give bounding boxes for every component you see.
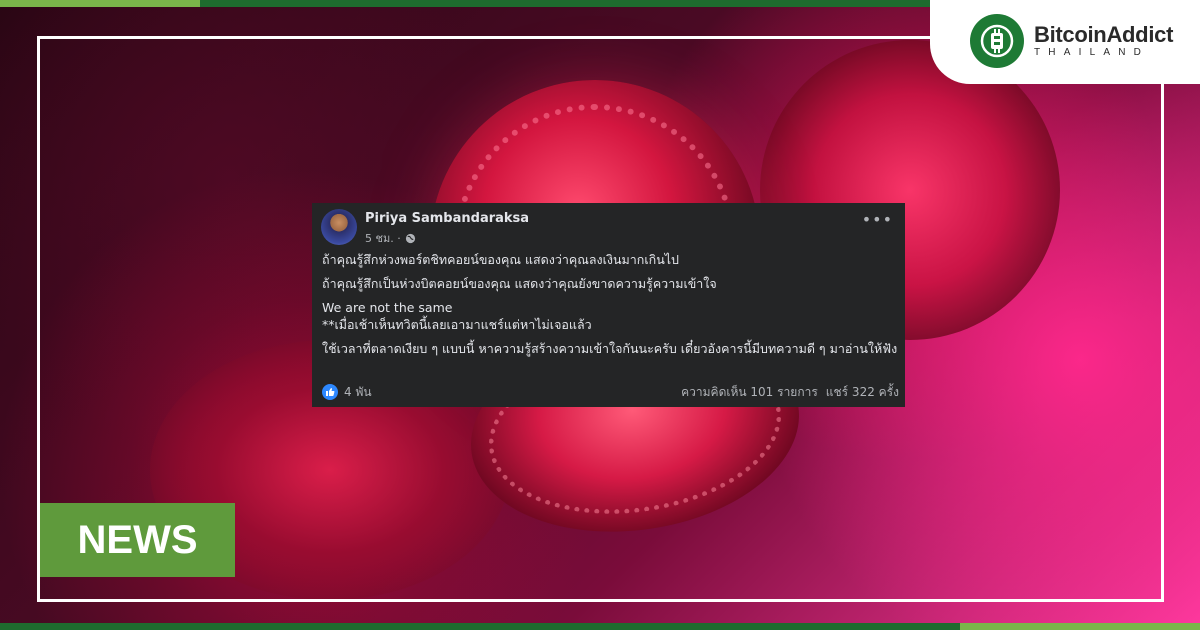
post-author[interactable]: Piriya Sambandaraksa: [365, 211, 529, 226]
post-line: ใช้เวลาที่ตลาดเงียบ ๆ แบบนี้ หาความรู้สร…: [322, 341, 898, 356]
post-time[interactable]: 5 ชม. ·: [365, 229, 401, 247]
comment-count[interactable]: ความคิดเห็น 101 รายการ: [681, 383, 818, 402]
bitcoin-logo-icon: [970, 14, 1024, 68]
like-icon: [322, 384, 338, 400]
post-body: ถ้าคุณรู้สึกห่วงพอร์ตชิทคอยน์ของคุณ แสดง…: [322, 251, 900, 364]
post-meta: 5 ชม. ·: [365, 229, 416, 247]
post-line: ถ้าคุณรู้สึกเป็นห่วงบิตคอยน์ของคุณ แสดงว…: [322, 276, 717, 291]
bottom-accent-bar: [0, 623, 1200, 630]
brand-name: BitcoinAddict: [1034, 22, 1174, 47]
post-line: We are not the same: [322, 300, 453, 315]
globe-icon: [405, 233, 416, 244]
facebook-post-screenshot: Piriya Sambandaraksa 5 ชม. · ••• ถ้าคุณร…: [312, 203, 905, 407]
post-line: ถ้าคุณรู้สึกห่วงพอร์ตชิทคอยน์ของคุณ แสดง…: [322, 252, 679, 267]
news-tag: NEWS: [40, 503, 235, 577]
avatar[interactable]: [321, 209, 357, 245]
post-line: **เมื่อเช้าเห็นทวิตนี้เลยเอามาแชร์แต่หาไ…: [322, 317, 592, 332]
brand-subtitle: THAILAND: [1034, 47, 1150, 58]
reaction-count[interactable]: 4 พัน: [322, 383, 372, 402]
share-count[interactable]: แชร์ 322 ครั้ง: [826, 383, 899, 402]
brand-logo[interactable]: BitcoinAddict THAILAND: [930, 0, 1200, 84]
more-icon[interactable]: •••: [862, 212, 893, 228]
like-count: 4 พัน: [344, 384, 372, 399]
post-footer: 4 พัน ความคิดเห็น 101 รายการ แชร์ 322 คร…: [322, 383, 899, 401]
